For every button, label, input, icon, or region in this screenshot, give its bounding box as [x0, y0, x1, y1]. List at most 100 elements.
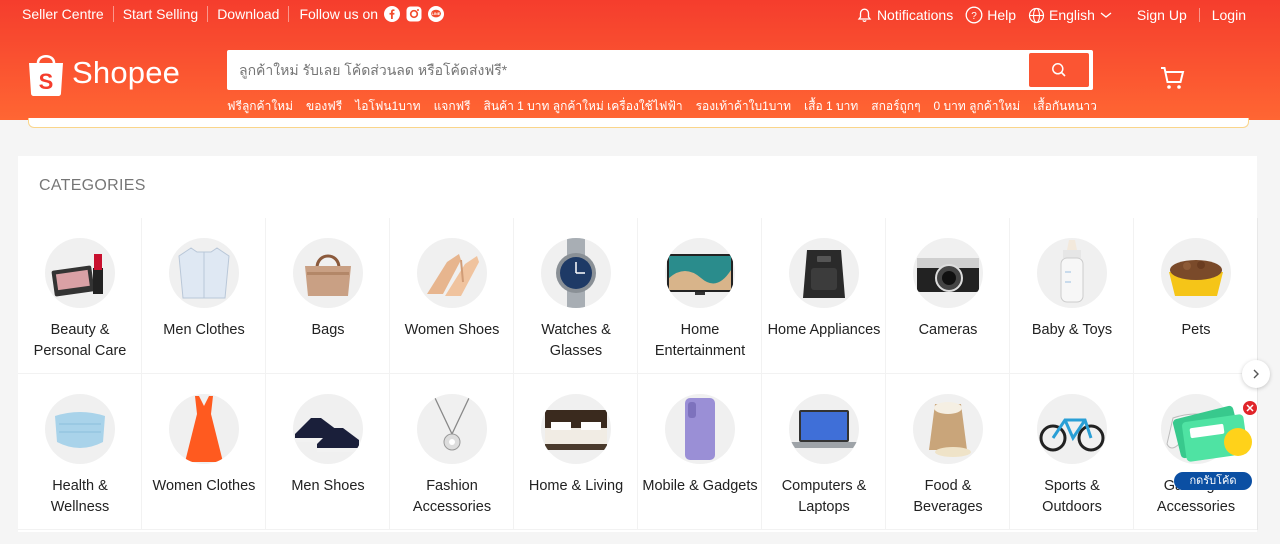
category-label: Beauty & Personal Care	[33, 322, 127, 359]
follow-us: Follow us on LINE	[289, 6, 445, 22]
carousel-next-button[interactable]	[1242, 360, 1270, 388]
smartphone-icon	[665, 394, 735, 464]
notifications-label: Notifications	[876, 7, 954, 23]
category-home-appliances[interactable]: Home Appliances	[762, 218, 886, 374]
category-men-shoes[interactable]: Men Shoes	[266, 374, 390, 530]
category-health-wellness[interactable]: Health & Wellness	[18, 374, 142, 530]
category-beauty-personal-care[interactable]: Beauty & Personal Care	[18, 218, 142, 374]
search-suggestions: ฟรีลูกค้าใหม่ ของฟรี ไอโฟน1บาท แจกฟรี สิ…	[227, 97, 1127, 116]
seller-centre-link[interactable]: Seller Centre	[22, 6, 114, 22]
bed-icon	[541, 394, 611, 464]
suggestion-link[interactable]: รองเท้าค้าใบ1บาท	[696, 97, 791, 116]
help-link[interactable]: ? Help	[965, 6, 1016, 24]
logo-text: Shopee	[72, 55, 181, 90]
category-fashion-accessories[interactable]: Fashion Accessories	[390, 374, 514, 530]
category-label: Bags	[311, 322, 345, 338]
category-pets[interactable]: Pets	[1134, 218, 1258, 374]
necklace-icon	[417, 394, 487, 464]
category-home-entertainment[interactable]: Home Entertainment	[638, 218, 762, 374]
language-selector[interactable]: English	[1028, 7, 1117, 24]
search-button[interactable]	[1029, 53, 1089, 87]
category-baby-toys[interactable]: Baby & Toys	[1010, 218, 1134, 374]
category-food-beverages[interactable]: Food & Beverages	[886, 374, 1010, 530]
category-label: Women Clothes	[152, 478, 256, 494]
notice-banner-edge	[28, 118, 1249, 128]
login-link[interactable]: Login	[1212, 7, 1246, 23]
cart-button[interactable]	[1158, 63, 1188, 93]
chevron-down-icon	[1100, 12, 1112, 18]
rice-sack-icon	[913, 394, 983, 464]
high-heels-icon	[417, 238, 487, 308]
categories-grid: Beauty & Personal Care Men Clothes Bags …	[18, 218, 1258, 530]
help-icon: ?	[965, 6, 983, 24]
category-computers-laptops[interactable]: Computers & Laptops	[762, 374, 886, 530]
category-women-clothes[interactable]: Women Clothes	[142, 374, 266, 530]
claim-code-label[interactable]: กดรับโค้ด	[1174, 472, 1252, 490]
handbag-icon	[293, 238, 363, 308]
signup-link[interactable]: Sign Up	[1137, 7, 1187, 23]
category-home-living[interactable]: Home & Living	[514, 374, 638, 530]
chevron-right-icon	[1253, 369, 1259, 379]
category-bags[interactable]: Bags	[266, 218, 390, 374]
category-women-shoes[interactable]: Women Shoes	[390, 218, 514, 374]
category-mobile-gadgets[interactable]: Mobile & Gadgets	[638, 374, 762, 530]
topbar-right: Notifications ? Help English Sign Up Log…	[844, 6, 1246, 24]
search-input[interactable]	[239, 50, 1019, 90]
category-cameras[interactable]: Cameras	[886, 218, 1010, 374]
notifications-link[interactable]: Notifications	[856, 7, 953, 24]
topbar-left: Seller Centre Start Selling Download Fol…	[22, 6, 445, 22]
category-label: Fashion Accessories	[412, 478, 492, 515]
category-men-clothes[interactable]: Men Clothes	[142, 218, 266, 374]
top-navbar: Seller Centre Start Selling Download Fol…	[0, 0, 1280, 32]
category-label: Mobile & Gadgets	[642, 478, 758, 494]
svg-text:LINE: LINE	[432, 12, 441, 16]
bell-icon	[857, 8, 872, 22]
suggestion-link[interactable]: สินค้า 1 บาท ลูกค้าใหม่ เครื่องใช้ไฟฟ้า	[484, 97, 683, 116]
bicycle-icon	[1037, 394, 1107, 464]
category-label: Men Shoes	[291, 478, 365, 494]
search-icon	[1052, 63, 1066, 77]
category-sports-outdoors[interactable]: Sports & Outdoors	[1010, 374, 1134, 530]
category-label: Women Shoes	[404, 322, 500, 338]
category-label: Home & Living	[528, 478, 624, 494]
category-label: Pets	[1181, 322, 1211, 338]
cart-icon	[1161, 67, 1185, 89]
category-label: Men Clothes	[163, 322, 245, 338]
svg-text:S: S	[39, 69, 54, 94]
suggestion-link[interactable]: 0 บาท ลูกค้าใหม่	[934, 97, 1021, 116]
download-link[interactable]: Download	[208, 6, 290, 22]
help-label: Help	[987, 7, 1016, 23]
facebook-icon[interactable]	[384, 6, 401, 22]
category-label: Sports & Outdoors	[1042, 478, 1102, 515]
tv-icon	[665, 238, 735, 308]
suggestion-link[interactable]: ไอโฟน1บาท	[355, 97, 420, 116]
divider	[1198, 8, 1200, 22]
svg-text:?: ?	[971, 11, 977, 22]
camera-icon	[913, 238, 983, 308]
shirt-icon	[169, 238, 239, 308]
category-label: Computers & Laptops	[781, 478, 867, 515]
suggestion-link[interactable]: เสื้อกันหนาว	[1033, 97, 1097, 116]
category-label: Home Entertainment	[654, 322, 746, 359]
suggestion-link[interactable]: แจกฟรี	[434, 97, 471, 116]
category-watches-glasses[interactable]: Watches & Glasses	[514, 218, 638, 374]
suggestion-link[interactable]: สกอร์ถูกๆ	[871, 97, 920, 116]
globe-icon	[1028, 7, 1045, 23]
suggestion-link[interactable]: ฟรีลูกค้าใหม่	[227, 97, 293, 116]
laptop-icon	[789, 394, 859, 464]
shopee-logo[interactable]: S Shopee	[26, 46, 186, 100]
follow-us-label: Follow us on	[299, 6, 379, 22]
suggestion-link[interactable]: ของฟรี	[306, 97, 342, 116]
shopee-bag-icon: S	[29, 54, 63, 96]
category-label: Cameras	[918, 322, 978, 338]
search-bar	[227, 50, 1093, 90]
close-icon[interactable]	[1242, 400, 1258, 416]
face-mask-icon	[45, 394, 115, 464]
categories-title: CATEGORIES	[39, 177, 146, 194]
air-fryer-icon	[789, 238, 859, 308]
start-selling-link[interactable]: Start Selling	[114, 6, 209, 22]
line-icon[interactable]: LINE	[428, 6, 445, 22]
instagram-icon[interactable]	[406, 6, 422, 22]
watch-icon	[541, 238, 611, 308]
suggestion-link[interactable]: เสื้อ 1 บาท	[804, 97, 858, 116]
